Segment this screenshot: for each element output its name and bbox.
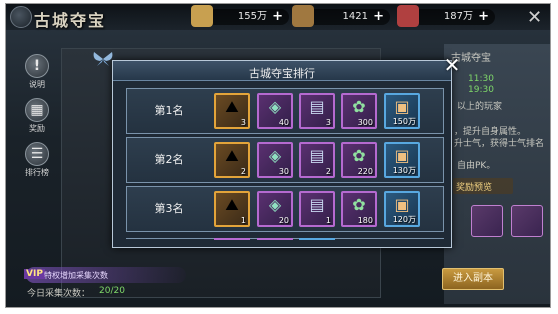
jade-gem-icon: ◈ (268, 146, 282, 165)
reward-item[interactable]: ▤ 3 (299, 93, 335, 129)
gold-ingot-icon (191, 5, 213, 27)
page-title: 古城夺宝 (34, 11, 107, 30)
token-coin-icon: ✿ (352, 146, 366, 165)
item-quantity: 1 (325, 216, 331, 225)
card-icon: ▣ (394, 97, 410, 116)
close-dialog-button[interactable]: ✕ (441, 55, 463, 77)
sidebar-item-label: 排行榜 (25, 168, 49, 177)
reward-item-partial (299, 238, 335, 244)
jade-gem-icon: ◈ (268, 195, 282, 214)
rank-label: 第2名 (154, 153, 184, 166)
item-quantity: 3 (240, 118, 246, 127)
reward-item[interactable]: ⛰ 2 (214, 142, 250, 178)
info-line: 升士气，获得士气排名 (454, 139, 545, 149)
butterfly-icon (93, 52, 113, 66)
reward-item-partial (257, 238, 293, 244)
reward-item[interactable]: ▤ 1 (299, 191, 335, 227)
reward-item[interactable]: ▣ 130万 (384, 142, 420, 178)
resource-gold-value: 155万 (237, 11, 267, 22)
resource-coin-value: 1421 (342, 11, 368, 22)
scroll-tablet-icon: ▤ (309, 195, 325, 214)
resource-scroll-value: 187万 (443, 11, 473, 22)
reward-item[interactable]: ⛰ 3 (214, 93, 250, 129)
exclamation-icon: ! (25, 54, 49, 78)
resource-gold: 155万 + (191, 5, 289, 27)
item-quantity: 1 (240, 216, 246, 225)
resource-scroll: 187万 + (397, 5, 495, 27)
rank-label: 第1名 (154, 104, 184, 117)
collect-count-label: 今日采集次数： (27, 289, 91, 299)
add-gold-button[interactable]: + (272, 9, 283, 25)
treasure-chest-icon: ⛰ (225, 195, 239, 214)
scroll-icon (397, 5, 419, 27)
open-time-start: 11:30 (468, 74, 494, 84)
reward-item[interactable]: ✿ 300 (341, 93, 377, 129)
token-coin-icon: ✿ (352, 195, 366, 214)
vip-text: 特权增加采集次数 (44, 271, 108, 280)
info-panel (444, 44, 550, 304)
item-quantity: 220 (357, 167, 373, 176)
dialog-header: 古城夺宝排行 (113, 61, 451, 81)
item-quantity: 20 (278, 216, 289, 225)
card-icon: ▣ (394, 195, 410, 214)
item-quantity: 3 (325, 118, 331, 127)
reward-item[interactable]: ✿ 180 (341, 191, 377, 227)
info-line: 以上的玩家 (457, 102, 503, 112)
item-quantity: 30 (278, 167, 289, 176)
rank-label: 第3名 (154, 202, 184, 215)
reward-item[interactable]: ⛰ 1 (214, 191, 250, 227)
reward-item[interactable]: ◈ 30 (257, 142, 293, 178)
add-scroll-button[interactable]: + (478, 9, 489, 25)
item-quantity: 130万 (392, 166, 416, 175)
info-line: 自由PK。 (457, 161, 496, 171)
sidebar-item-label: 奖励 (29, 124, 45, 133)
vip-badge: VIP (24, 269, 45, 279)
item-quantity: 150万 (392, 117, 416, 126)
jade-gem-icon: ◈ (268, 97, 282, 116)
close-icon[interactable]: ✕ (527, 7, 542, 28)
reward-item-partial (214, 238, 250, 244)
reward-item[interactable]: ▣ 120万 (384, 191, 420, 227)
sidebar-item-label: 说明 (29, 80, 45, 89)
reward-item[interactable]: ▣ 150万 (384, 93, 420, 129)
item-quantity: 180 (357, 216, 373, 225)
sidebar-item-ranking[interactable]: ☰ 排行榜 (18, 142, 56, 182)
preview-item-icon[interactable] (511, 205, 543, 237)
back-emblem-icon[interactable] (10, 6, 32, 28)
scroll-tablet-icon: ▤ (309, 97, 325, 116)
treasure-chest-icon: ⛰ (225, 97, 239, 116)
item-quantity: 300 (357, 118, 373, 127)
reward-item[interactable]: ◈ 20 (257, 191, 293, 227)
scroll-tablet-icon: ▤ (309, 146, 325, 165)
reward-item[interactable]: ▤ 2 (299, 142, 335, 178)
reward-item[interactable]: ◈ 40 (257, 93, 293, 129)
list-icon: ☰ (25, 142, 49, 166)
collect-count-value: 20/20 (99, 286, 125, 296)
sidebar-item-rewards[interactable]: ▦ 奖励 (18, 98, 56, 138)
token-coin-icon: ✿ (352, 97, 366, 116)
add-coin-button[interactable]: + (373, 9, 384, 25)
item-quantity: 40 (278, 118, 289, 127)
item-quantity: 120万 (392, 215, 416, 224)
treasure-chest-icon: ⛰ (225, 146, 239, 165)
open-time-end: 19:30 (468, 85, 494, 95)
sidebar-item-help[interactable]: ! 说明 (18, 54, 56, 94)
item-quantity: 2 (240, 167, 246, 176)
reward-item[interactable]: ✿ 220 (341, 142, 377, 178)
resource-coin: 1421 + (292, 5, 390, 27)
dialog-title: 古城夺宝排行 (249, 67, 315, 80)
item-quantity: 2 (325, 167, 331, 176)
reward-preview-label: 奖励预览 (456, 183, 493, 193)
coin-bag-icon (292, 5, 314, 27)
card-icon: ▣ (394, 146, 410, 165)
preview-item-icon[interactable] (471, 205, 503, 237)
gift-box-icon: ▦ (25, 98, 49, 122)
enter-dungeon-button[interactable]: 进入副本 (442, 268, 504, 290)
